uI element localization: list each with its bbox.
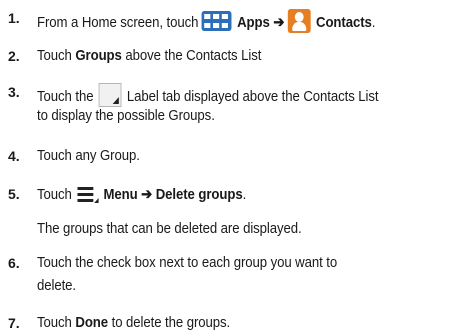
step-number: 1.: [8, 10, 20, 26]
contacts-icon: [287, 9, 311, 33]
step-number: 5.: [8, 186, 20, 202]
step-number: 3.: [8, 84, 20, 100]
step-number: 4.: [8, 148, 20, 164]
groups-label: Groups: [75, 47, 122, 64]
instruction-list: 1. From a Home screen, touch Apps ➔ Conta…: [8, 9, 379, 331]
apps-label: Apps: [237, 14, 270, 31]
step-number: 2.: [8, 48, 20, 64]
step-number: 6.: [8, 255, 20, 271]
label-tab-icon: [98, 83, 122, 107]
done-label: Done: [75, 314, 109, 331]
arrow-icon: ➔: [273, 14, 285, 31]
step-number: 7.: [8, 315, 20, 331]
menu-delete-groups-label: Menu ➔ Delete groups: [103, 186, 243, 203]
contacts-label: Contacts: [316, 14, 372, 31]
menu-icon: [77, 185, 99, 203]
step-text: From a Home screen, touch: [37, 14, 199, 31]
apps-grid-icon: [201, 11, 232, 31]
